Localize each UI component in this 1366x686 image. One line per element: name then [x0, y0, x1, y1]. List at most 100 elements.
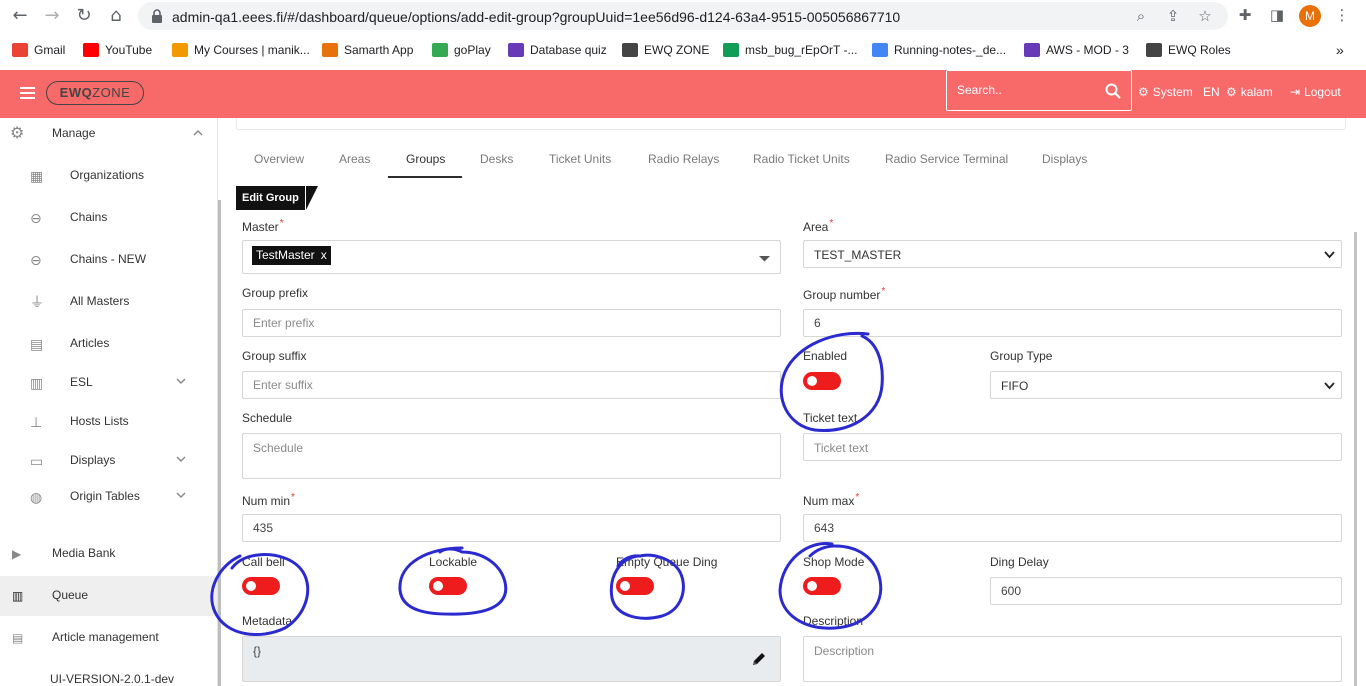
pencil-icon[interactable]	[751, 651, 767, 667]
ding-delay-input[interactable]	[990, 577, 1342, 605]
tab-areas[interactable]: Areas	[339, 152, 370, 178]
bookmark-1[interactable]: YouTube	[83, 41, 152, 59]
tab-radio-service-terminal[interactable]: Radio Service Terminal	[885, 152, 1008, 178]
group-prefix-input[interactable]	[242, 309, 781, 337]
bookmark-9[interactable]: AWS - MOD - 3	[1024, 41, 1129, 59]
metadata-textarea[interactable]: {}	[242, 636, 781, 682]
tab-groups[interactable]: Groups	[406, 152, 445, 178]
home-icon[interactable]: ⌂	[106, 6, 126, 26]
cogs-icon: ⚙	[10, 125, 25, 142]
area-value: TEST_MASTER	[814, 248, 902, 262]
sidebar-item-origin-tables[interactable]: ◍ Origin Tables	[0, 477, 217, 517]
tab-displays[interactable]: Displays	[1042, 152, 1087, 178]
empty-queue-ding-toggle[interactable]	[616, 577, 654, 595]
tab-overview[interactable]: Overview	[254, 152, 304, 178]
sidebar-item-articles[interactable]: ▤ Articles	[0, 324, 217, 364]
bookmark-2[interactable]: My Courses | manik...	[172, 41, 310, 59]
bookmark-4[interactable]: goPlay	[432, 41, 491, 59]
globe-icon: ◍	[30, 489, 43, 505]
chip-remove-button[interactable]: x	[321, 248, 327, 262]
bookmark-5[interactable]: Database quiz	[508, 41, 607, 59]
chevron-down-icon[interactable]	[176, 376, 186, 386]
tab-ticket-units[interactable]: Ticket Units	[549, 152, 611, 178]
description-textarea[interactable]	[803, 636, 1342, 682]
lockable-toggle[interactable]	[429, 577, 467, 595]
sidebar-item-chains-new[interactable]: ⊖ Chains - NEW	[0, 240, 217, 280]
area-select[interactable]: TEST_MASTER	[803, 240, 1342, 268]
bookmark-0[interactable]: Gmail	[12, 41, 65, 59]
sidebar-item-displays[interactable]: ▭ Displays	[0, 441, 217, 481]
group-number-input[interactable]	[803, 309, 1342, 337]
chevron-down-icon[interactable]	[176, 454, 186, 464]
bookmark-8[interactable]: Running-notes-_de...	[872, 41, 1006, 59]
browser-toolbar: ← → ↻ ⌂ admin-qa1.eees.fi/#/dashboard/qu…	[0, 0, 1366, 32]
sidebar-item-esl[interactable]: ▥ ESL	[0, 363, 217, 403]
lock-icon[interactable]	[150, 8, 164, 24]
share-icon[interactable]: ⇪	[1164, 7, 1182, 25]
profile-avatar[interactable]: M	[1299, 5, 1321, 27]
metadata-value: {}	[253, 644, 262, 658]
address-bar[interactable]: admin-qa1.eees.fi/#/dashboard/queue/opti…	[138, 2, 1228, 30]
ticket-text-textarea[interactable]	[803, 433, 1342, 461]
more-bookmarks-button[interactable]: »	[1336, 41, 1344, 59]
bookmark-6[interactable]: EWQ ZONE	[622, 41, 709, 59]
system-menu[interactable]: ⚙ System	[1138, 85, 1193, 99]
sidebar-item-hosts-lists[interactable]: ⊥ Hosts Lists	[0, 402, 217, 442]
lockable-label: Lockable	[429, 555, 478, 569]
bookmark-label: Running-notes-_de...	[894, 43, 1007, 57]
bookmark-label: EWQ ZONE	[644, 43, 710, 57]
youtube-icon	[83, 43, 99, 57]
sidebar-item-chains[interactable]: ⊖ Chains	[0, 198, 217, 238]
sidebar-section-queue[interactable]: ▥ Queue	[0, 576, 217, 616]
caret-down-icon[interactable]	[759, 253, 770, 264]
zoom-icon[interactable]: ⌕	[1132, 7, 1150, 25]
bookmark-7[interactable]: msb_bug_rEpOrT -...	[723, 41, 858, 59]
user-name: kalam	[1240, 85, 1273, 99]
shop-mode-toggle[interactable]	[803, 577, 841, 595]
sidebar-manage[interactable]: ⚙ Manage	[0, 118, 217, 154]
num-min-label: Num min*	[242, 492, 295, 508]
sidebar-item-organizations[interactable]: ▦ Organizations	[0, 156, 217, 196]
sidebar-item-label: ESL	[70, 375, 93, 389]
url-text[interactable]: admin-qa1.eees.fi/#/dashboard/queue/opti…	[172, 9, 900, 25]
sidepanel-icon[interactable]: ◨	[1268, 6, 1286, 24]
user-menu[interactable]: ⚙ kalam	[1226, 85, 1273, 99]
sidebar-section-media-bank[interactable]: ▶ Media Bank	[0, 534, 217, 574]
bookmark-10[interactable]: EWQ Roles	[1146, 41, 1231, 59]
group-suffix-input[interactable]	[242, 371, 781, 399]
chevron-down-icon[interactable]	[176, 490, 186, 500]
router-icon: ⏚	[30, 294, 44, 310]
menu-kebab-icon[interactable]: ⋮	[1333, 6, 1351, 24]
card-top	[236, 118, 1346, 130]
schedule-textarea[interactable]	[242, 433, 781, 479]
sidebar-scrollbar[interactable]	[218, 200, 221, 686]
sidebar-section-article-management[interactable]: ▤ Article management	[0, 618, 217, 658]
reload-icon[interactable]: ↻	[74, 6, 94, 26]
enabled-toggle[interactable]	[803, 372, 841, 390]
logo-thin-text: ZONE	[92, 85, 131, 100]
tab-radio-relays[interactable]: Radio Relays	[648, 152, 719, 178]
language-selector[interactable]: EN	[1203, 85, 1220, 99]
ui-version-label: UI-VERSION-2.0.1-dev	[50, 672, 175, 686]
num-max-input[interactable]	[803, 514, 1342, 542]
group-type-select[interactable]: FIFO	[990, 371, 1342, 399]
gmail-icon	[12, 43, 28, 57]
tab-radio-ticket-units[interactable]: Radio Ticket Units	[753, 152, 850, 178]
num-min-input[interactable]	[242, 514, 781, 542]
main-scrollbar[interactable]	[1354, 232, 1357, 686]
bookmark-3[interactable]: Samarth App	[322, 41, 413, 59]
tab-desks[interactable]: Desks	[480, 152, 513, 178]
extensions-icon[interactable]: ✚	[1236, 6, 1254, 24]
group-type-value: FIFO	[1001, 379, 1029, 393]
ewqzone-logo[interactable]: EWQZONE	[46, 81, 144, 105]
hamburger-menu-icon[interactable]	[20, 87, 35, 99]
star-icon[interactable]: ☆	[1196, 7, 1214, 25]
forward-arrow-icon[interactable]: →	[42, 6, 62, 26]
logout-button[interactable]: ⇥ Logout	[1290, 85, 1341, 99]
call-bell-toggle[interactable]	[242, 577, 280, 595]
search-input[interactable]	[957, 83, 1097, 97]
master-chip[interactable]: TestMaster x	[252, 246, 331, 265]
back-arrow-icon[interactable]: ←	[10, 6, 30, 26]
search-icon[interactable]	[1105, 83, 1121, 99]
sidebar-item-all-masters[interactable]: ⏚ All Masters	[0, 282, 217, 322]
